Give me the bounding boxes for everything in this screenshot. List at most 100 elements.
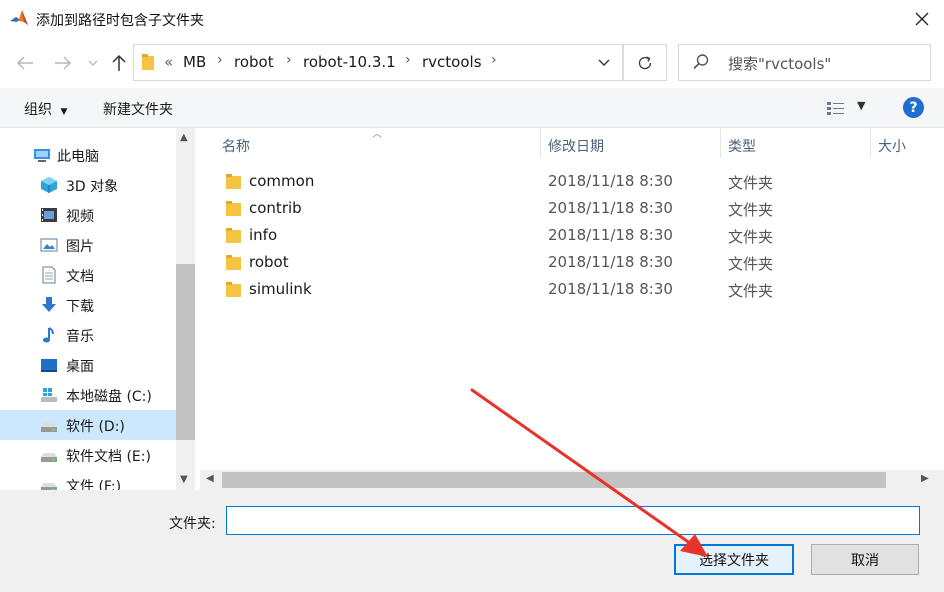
search-icon (693, 54, 709, 70)
refresh-icon (638, 55, 652, 69)
sidebar-item-videos[interactable]: 视频 (0, 200, 176, 230)
breadcrumb-item[interactable]: robot (234, 53, 274, 71)
help-icon[interactable]: ? (903, 97, 924, 118)
music-icon (43, 327, 54, 343)
navigation-pane: 此电脑 3D 对象 视频 图片 文档 下载 音乐 桌面 本地磁盘 (C:) 软件… (0, 128, 196, 490)
file-type: 文件夹 (728, 255, 774, 273)
file-type: 文件夹 (728, 174, 774, 192)
organize-label: 组织 (24, 102, 52, 118)
sidebar-scroll-thumb[interactable] (176, 264, 195, 440)
column-header-type[interactable]: 类型 (728, 136, 756, 156)
sidebar-item-label: 桌面 (66, 359, 94, 375)
column-divider[interactable] (870, 128, 871, 158)
column-divider[interactable] (720, 128, 721, 158)
windows-drive-icon (41, 388, 57, 402)
column-header-date[interactable]: 修改日期 (548, 136, 604, 156)
file-row[interactable]: contrib 2018/11/18 8:30 文件夹 (218, 195, 878, 222)
sidebar-item-drive-d[interactable]: 软件 (D:) (0, 410, 176, 440)
horizontal-scroll-thumb[interactable] (222, 472, 886, 488)
breadcrumb-item[interactable]: rvctools (422, 53, 482, 71)
sidebar-item-label: 此电脑 (57, 149, 99, 165)
column-divider[interactable] (540, 128, 541, 158)
view-options-icon[interactable] (826, 100, 846, 116)
column-header-size[interactable]: 大小 (878, 136, 906, 156)
close-button[interactable] (900, 0, 944, 38)
sidebar-item-label: 视频 (66, 209, 94, 225)
sidebar-item-label: 下载 (66, 299, 94, 315)
file-name: info (249, 226, 278, 244)
sidebar-item-3d-objects[interactable]: 3D 对象 (0, 170, 176, 200)
breadcrumb-separator-icon[interactable]: › (491, 52, 497, 68)
back-button[interactable] (10, 48, 40, 78)
document-icon (42, 266, 56, 284)
drive-icon (41, 453, 57, 462)
breadcrumb-separator-icon[interactable]: › (405, 52, 411, 68)
sidebar-item-desktop[interactable]: 桌面 (0, 350, 176, 380)
file-date: 2018/11/18 8:30 (548, 172, 673, 190)
picture-icon (40, 238, 58, 252)
breadcrumb-separator-icon[interactable]: › (217, 52, 223, 68)
scroll-left-icon[interactable]: ◀ (206, 473, 214, 484)
sidebar-item-drive-f[interactable]: 文件 (F:) (0, 470, 176, 490)
chevron-down-icon (598, 59, 610, 66)
breadcrumb-separator-icon[interactable]: › (286, 52, 292, 68)
desktop-icon (41, 359, 57, 372)
sidebar-item-pictures[interactable]: 图片 (0, 230, 176, 260)
sidebar-item-label: 软件文档 (E:) (66, 449, 151, 465)
file-name: contrib (249, 199, 302, 217)
file-date: 2018/11/18 8:30 (548, 280, 673, 298)
forward-arrow-icon (55, 56, 72, 70)
organize-menu-button[interactable]: 组织 ▼ (24, 99, 67, 119)
breadcrumb-item[interactable]: MB (183, 53, 206, 71)
cancel-button[interactable]: 取消 (811, 544, 919, 575)
sidebar-item-documents[interactable]: 文档 (0, 260, 176, 290)
up-arrow-icon (112, 54, 126, 71)
file-date: 2018/11/18 8:30 (548, 199, 673, 217)
sidebar-item-drive-e[interactable]: 软件文档 (E:) (0, 440, 176, 470)
sidebar-item-label: 软件 (D:) (66, 419, 125, 435)
file-row[interactable]: robot 2018/11/18 8:30 文件夹 (218, 249, 878, 276)
file-row[interactable]: common 2018/11/18 8:30 文件夹 (218, 168, 878, 195)
view-dropdown-icon[interactable]: ▼ (857, 99, 865, 112)
file-date: 2018/11/18 8:30 (548, 226, 673, 244)
cube-icon (41, 177, 57, 193)
sidebar-item-drive-c[interactable]: 本地磁盘 (C:) (0, 380, 176, 410)
folder-icon (226, 255, 241, 270)
address-dropdown-button[interactable] (585, 44, 623, 81)
computer-icon (34, 149, 50, 162)
chevron-down-icon (88, 60, 98, 66)
sidebar-item-this-pc[interactable]: 此电脑 (0, 140, 176, 170)
recent-locations-button[interactable] (80, 48, 106, 78)
file-type: 文件夹 (728, 228, 774, 246)
forward-button[interactable] (48, 48, 78, 78)
file-name: simulink (249, 280, 312, 298)
search-placeholder[interactable]: 搜索"rvctools" (728, 53, 831, 74)
scroll-up-icon[interactable]: ▲ (180, 132, 188, 143)
refresh-button[interactable] (623, 44, 667, 81)
file-row[interactable]: simulink 2018/11/18 8:30 文件夹 (218, 276, 878, 303)
folder-field-label: 文件夹: (169, 516, 216, 532)
file-name: common (249, 172, 315, 190)
up-button[interactable] (104, 48, 134, 78)
breadcrumb-item[interactable]: robot-10.3.1 (303, 53, 396, 71)
window-title: 添加到路径时包含子文件夹 (36, 13, 204, 29)
sidebar-item-music[interactable]: 音乐 (0, 320, 176, 350)
drive-icon (41, 483, 57, 490)
folder-input[interactable] (226, 506, 920, 535)
file-row[interactable]: info 2018/11/18 8:30 文件夹 (218, 222, 878, 249)
select-folder-button[interactable]: 选择文件夹 (674, 544, 794, 575)
column-header-name[interactable]: 名称 (222, 136, 250, 156)
scroll-right-icon[interactable]: ▶ (921, 473, 929, 484)
sidebar-item-downloads[interactable]: 下载 (0, 290, 176, 320)
new-folder-button[interactable]: 新建文件夹 (103, 99, 173, 119)
breadcrumb-overflow[interactable]: « (164, 53, 173, 71)
back-arrow-icon (16, 56, 33, 70)
folder-icon (226, 201, 241, 216)
file-type: 文件夹 (728, 282, 774, 300)
sidebar-item-label: 3D 对象 (66, 179, 119, 195)
scroll-down-icon[interactable]: ▼ (180, 474, 188, 485)
file-date: 2018/11/18 8:30 (548, 253, 673, 271)
folder-icon (226, 282, 241, 297)
sidebar-item-label: 本地磁盘 (C:) (66, 389, 152, 405)
video-icon (41, 208, 57, 222)
